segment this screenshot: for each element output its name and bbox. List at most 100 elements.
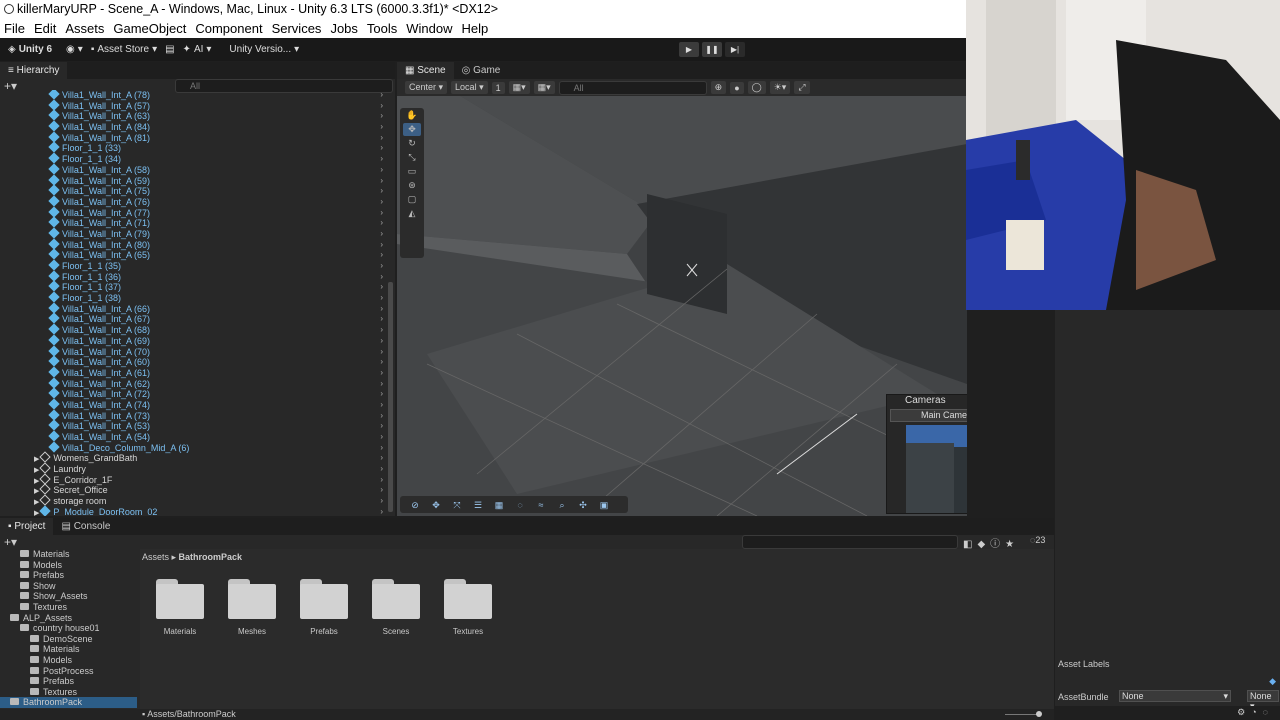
menu-help[interactable]: Help [462, 19, 489, 38]
hierarchy-row[interactable]: Villa1_Wall_Int_A (70) › [0, 344, 395, 358]
tree-folder-item[interactable]: Show [0, 581, 137, 592]
open-prefab-icon[interactable]: › [380, 357, 383, 368]
probuilder-tool-icon[interactable]: ◭ [403, 207, 421, 220]
hierarchy-row[interactable]: Villa1_Wall_Int_A (74) › [0, 398, 395, 411]
rect-tool-icon[interactable]: ▭ [403, 165, 421, 178]
hierarchy-row[interactable]: Floor_1_1 (38) › [0, 291, 395, 304]
asset-folder[interactable]: Scenes [371, 579, 421, 636]
open-prefab-icon[interactable]: › [380, 208, 383, 219]
hierarchy-row[interactable]: Villa1_Wall_Int_A (73) › [0, 408, 395, 422]
open-prefab-icon[interactable]: › [380, 389, 383, 400]
hierarchy-row[interactable]: Villa1_Wall_Int_A (54) › [0, 430, 395, 443]
hierarchy-row[interactable]: ▶ storage room › [0, 494, 395, 507]
open-prefab-icon[interactable]: › [380, 261, 383, 272]
tree-folder-item[interactable]: PostProcess [0, 666, 137, 677]
tab-console[interactable]: ▤ Console [53, 518, 118, 535]
hierarchy-row[interactable]: Villa1_Wall_Int_A (65) › [0, 248, 395, 261]
open-prefab-icon[interactable]: › [380, 293, 383, 304]
hierarchy-row[interactable]: Floor_1_1 (36) › [0, 270, 395, 283]
pan-icon[interactable]: ✣ [574, 499, 592, 511]
gizmos-icon[interactable]: ⤢ [794, 81, 810, 94]
hierarchy-row[interactable]: Villa1_Wall_Int_A (68) › [0, 323, 395, 336]
scene-search-input[interactable]: All [558, 80, 707, 95]
tree-folder-item[interactable]: Prefabs [0, 676, 137, 687]
open-prefab-icon[interactable]: › [380, 314, 383, 325]
hierarchy-row[interactable]: Floor_1_1 (33) › [0, 141, 395, 154]
hierarchy-row[interactable]: ▶ Secret_Office › [0, 483, 395, 496]
rotate-tool-icon[interactable]: ↻ [403, 137, 421, 150]
hierarchy-row[interactable]: Floor_1_1 (35) › [0, 259, 395, 272]
open-prefab-icon[interactable]: › [380, 176, 383, 187]
hierarchy-row[interactable]: ▶ Womens_GrandBath › [0, 451, 395, 464]
zoom-icon[interactable]: ⌕ [553, 499, 571, 511]
hierarchy-row[interactable]: Villa1_Wall_Int_A (58) › [0, 163, 395, 176]
space-dropdown[interactable]: Local ▾ [451, 81, 488, 94]
account-button[interactable]: ◈ Unity 6 [8, 44, 52, 55]
hierarchy-row[interactable]: Villa1_Wall_Int_A (77) › [0, 205, 395, 219]
hierarchy-row[interactable]: Villa1_Wall_Int_A (72) › [0, 387, 395, 400]
hierarchy-row[interactable]: ▶ E_Corridor_1F › [0, 473, 395, 486]
open-prefab-icon[interactable]: › [380, 218, 383, 229]
menu-tools[interactable]: Tools [367, 19, 397, 38]
hierarchy-row[interactable]: Villa1_Wall_Int_A (75) › [0, 184, 395, 197]
asset-folder[interactable]: Textures [443, 579, 493, 636]
tree-folder-item[interactable]: Textures [0, 602, 137, 613]
asset-folder[interactable]: Prefabs [299, 579, 349, 636]
grid-icon[interactable]: ▦ [490, 499, 508, 511]
tree-folder-item[interactable]: ALP_Assets [0, 613, 137, 624]
hierarchy-row[interactable]: Villa1_Deco_Column_Mid_A (6) › [0, 441, 395, 454]
tree-folder-item[interactable]: Models [0, 655, 137, 666]
hierarchy-row[interactable]: Villa1_Wall_Int_A (53) › [0, 419, 395, 432]
tab-scene[interactable]: ▦ Scene [397, 62, 454, 79]
menu-edit[interactable]: Edit [34, 19, 56, 38]
pause-button[interactable]: ❚❚ [702, 42, 722, 57]
path-icon[interactable]: ≈ [532, 499, 550, 511]
menu-component[interactable]: Component [195, 19, 262, 38]
menu-services[interactable]: Services [272, 19, 322, 38]
hierarchy-row[interactable]: Villa1_Wall_Int_A (63) › [0, 109, 395, 122]
tab-game[interactable]: ◎ Game [454, 62, 509, 79]
tree-folder-item[interactable]: DemoScene [0, 634, 137, 645]
asset-folder[interactable]: Meshes [227, 579, 277, 636]
hierarchy-row[interactable]: Villa1_Wall_Int_A (81) › [0, 131, 395, 144]
open-prefab-icon[interactable]: › [380, 453, 383, 464]
move-tool-icon[interactable]: ✥ [403, 123, 421, 136]
hierarchy-row[interactable]: Villa1_Wall_Int_A (67) › [0, 312, 395, 325]
open-prefab-icon[interactable]: › [380, 507, 383, 516]
scale-icon[interactable]: ⤧ [448, 499, 466, 511]
open-prefab-icon[interactable]: › [380, 240, 383, 251]
hierarchy-row[interactable]: Villa1_Wall_Int_A (60) › [0, 355, 395, 368]
open-prefab-icon[interactable]: › [380, 421, 383, 432]
asset-store-button[interactable]: ▪ Asset Store ▾ [91, 44, 157, 55]
open-prefab-icon[interactable]: › [380, 432, 383, 443]
asset-grid[interactable]: Assets ▸ BathroomPack Materials Meshes Pre… [140, 549, 1054, 709]
open-prefab-icon[interactable]: › [380, 475, 383, 486]
open-prefab-icon[interactable]: › [380, 411, 383, 422]
open-prefab-icon[interactable]: › [380, 122, 383, 133]
create-asset-button[interactable]: +▾ [4, 535, 17, 549]
move-icon[interactable]: ✥ [427, 499, 445, 511]
shading-solid-icon[interactable]: ● [730, 81, 744, 94]
scene-viewport[interactable] [397, 94, 967, 516]
align-icon[interactable]: ☰ [469, 499, 487, 511]
rotate-icon[interactable]: ◌ [511, 499, 529, 511]
open-prefab-icon[interactable]: › [380, 101, 383, 112]
pivot-icon[interactable]: ⊘ [406, 499, 424, 511]
label-icon[interactable]: ◆ [1269, 676, 1276, 687]
status-icons[interactable]: ⚙◔◌ [1237, 707, 1274, 718]
open-prefab-icon[interactable]: › [380, 197, 383, 208]
view-tool-icon[interactable]: ✋ [403, 109, 421, 122]
camera-select[interactable]: Main Camera [890, 409, 967, 422]
project-search-input[interactable] [742, 535, 958, 549]
transform-tool-icon[interactable]: ⊛ [403, 179, 421, 192]
tree-folder-item[interactable]: BathroomPack [0, 697, 137, 708]
open-prefab-icon[interactable]: › [380, 90, 383, 101]
open-prefab-icon[interactable]: › [380, 111, 383, 122]
hierarchy-row[interactable]: Villa1_Wall_Int_A (62) › [0, 376, 395, 390]
open-prefab-icon[interactable]: › [380, 186, 383, 197]
lighting-icon[interactable]: ☀▾ [769, 81, 791, 94]
hierarchy-list[interactable]: Villa1_Wall_Int_A (78) › Villa1_Wall_Int_A… [0, 90, 395, 516]
zoom-slider-handle[interactable] [1036, 711, 1042, 717]
open-prefab-icon[interactable]: › [380, 336, 383, 347]
open-prefab-icon[interactable]: › [380, 272, 383, 283]
